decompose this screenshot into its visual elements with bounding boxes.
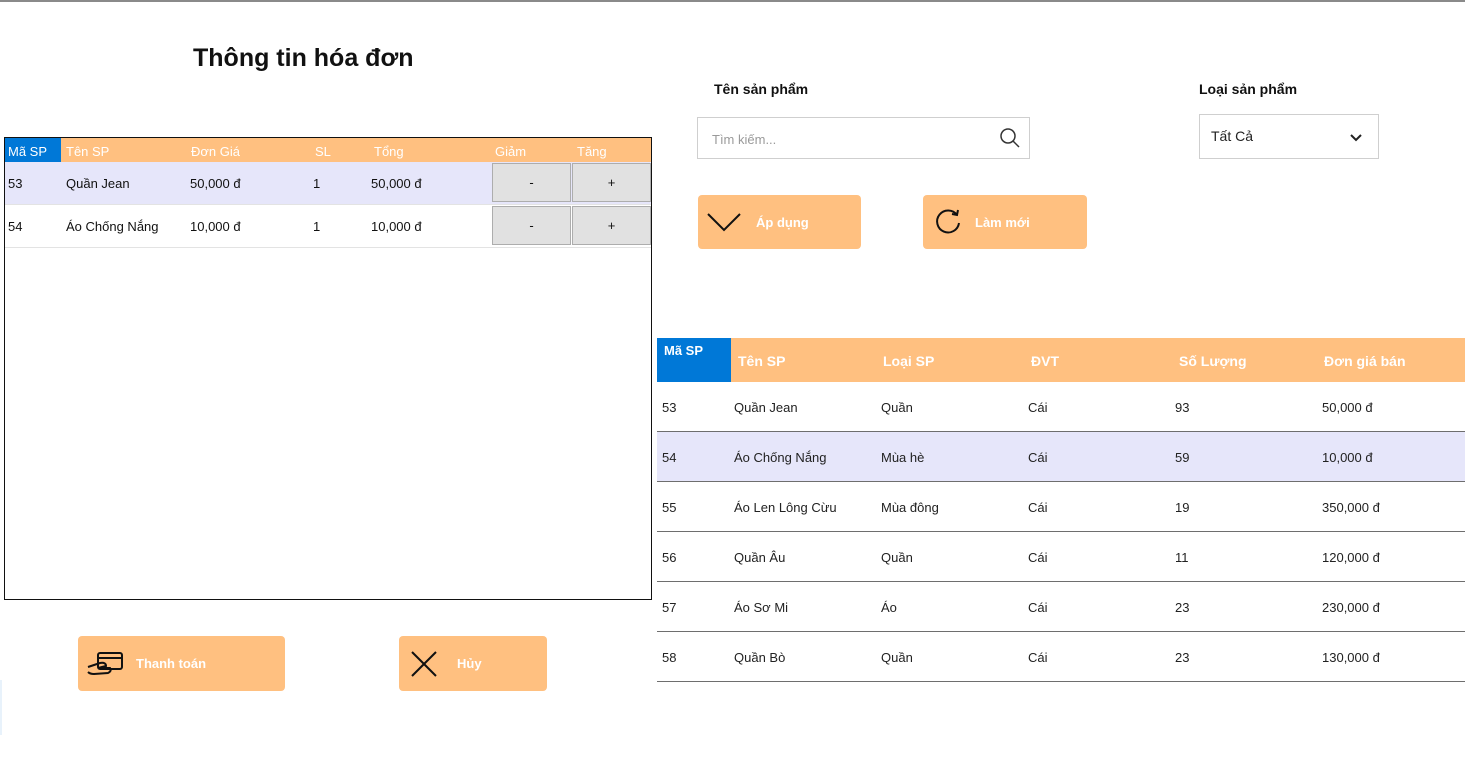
increase-button[interactable]: + xyxy=(572,206,651,245)
col-header-don-gia-ban[interactable]: Đơn giá bán xyxy=(1324,353,1406,369)
cell-id: 56 xyxy=(662,550,677,565)
col-header-so-luong[interactable]: Số Lượng xyxy=(1179,353,1247,369)
refresh-button[interactable]: Làm mới xyxy=(923,195,1087,249)
cell-name: Quần Bò xyxy=(734,650,786,665)
cell-qty: 59 xyxy=(1175,450,1190,465)
col-header-tang[interactable]: Tăng xyxy=(577,144,607,159)
close-icon xyxy=(411,650,437,677)
cell-unit: Cái xyxy=(1028,550,1048,565)
cell-id: 54 xyxy=(662,450,677,465)
col-header-sl[interactable]: SL xyxy=(315,144,331,159)
cell-price: 230,000 đ xyxy=(1322,600,1380,615)
cell-qty: 19 xyxy=(1175,500,1190,515)
product-grid[interactable]: Mã SP Tên SP Loại SP ĐVT Số Lượng Đơn gi… xyxy=(657,338,1465,682)
cell-name: Áo Len Lông Cừu xyxy=(734,500,837,515)
cell-id: 55 xyxy=(662,500,677,515)
refresh-icon xyxy=(936,209,960,234)
cell-total: 50,000 đ xyxy=(371,176,422,191)
cell-name: Áo Chống Nắng xyxy=(734,450,827,465)
cell-type: Quần xyxy=(881,650,913,665)
product-row[interactable]: 53 Quần Jean Quần Cái 93 50,000 đ xyxy=(657,382,1465,432)
cell-id: 57 xyxy=(662,600,677,615)
cell-qty: 11 xyxy=(1175,550,1189,565)
cell-type: Quần xyxy=(881,550,913,565)
cell-total: 10,000 đ xyxy=(371,219,422,234)
cell-type: Áo xyxy=(881,600,897,615)
col-header-ma-sp[interactable]: Mã SP xyxy=(5,138,61,162)
search-input[interactable] xyxy=(710,129,984,149)
cell-unit: Cái xyxy=(1028,400,1048,415)
cell-name: Quần Jean xyxy=(734,400,798,415)
cell-type: Mùa hè xyxy=(881,450,925,465)
col-header-ten-sp[interactable]: Tên SP xyxy=(738,353,785,369)
cell-price: 50,000 đ xyxy=(1322,400,1373,415)
refresh-button-label: Làm mới xyxy=(975,214,1030,230)
cell-price: 50,000 đ xyxy=(190,176,241,191)
cell-price: 350,000 đ xyxy=(1322,500,1380,515)
apply-button[interactable]: Áp dụng xyxy=(698,195,861,249)
product-row[interactable]: 58 Quần Bò Quần Cái 23 130,000 đ xyxy=(657,632,1465,682)
window-edge xyxy=(0,680,2,735)
col-header-don-gia[interactable]: Đơn Giá xyxy=(191,144,240,159)
cell-id: 53 xyxy=(8,176,23,191)
cell-qty: 1 xyxy=(313,219,321,234)
cell-price: 10,000 đ xyxy=(190,219,241,234)
category-select-value: Tất Cả xyxy=(1211,128,1254,144)
product-row[interactable]: 55 Áo Len Lông Cừu Mùa đông Cái 19 350,0… xyxy=(657,482,1465,532)
cell-type: Mùa đông xyxy=(881,500,939,515)
product-row[interactable]: 57 Áo Sơ Mi Áo Cái 23 230,000 đ xyxy=(657,582,1465,632)
col-header-ten-sp[interactable]: Tên SP xyxy=(66,144,109,159)
col-header-dvt[interactable]: ĐVT xyxy=(1031,353,1059,369)
col-header-ma-sp[interactable]: Mã SP xyxy=(657,338,731,382)
invoice-grid[interactable]: Mã SP Tên SP Đơn Giá SL Tổng Giảm Tăng 5… xyxy=(4,137,652,600)
pay-button[interactable]: Thanh toán xyxy=(78,636,285,691)
search-box[interactable] xyxy=(697,117,1030,159)
cell-price: 130,000 đ xyxy=(1322,650,1380,665)
cell-unit: Cái xyxy=(1028,450,1048,465)
cell-name: Áo Chống Nắng xyxy=(66,219,159,234)
cell-type: Quần xyxy=(881,400,913,415)
cell-unit: Cái xyxy=(1028,600,1048,615)
cell-name: Quần Jean xyxy=(66,176,130,191)
pay-button-label: Thanh toán xyxy=(136,656,207,671)
cancel-button-label: Hủy xyxy=(457,656,482,671)
chevron-down-icon xyxy=(1350,134,1362,142)
decrease-button[interactable]: - xyxy=(492,163,571,202)
cell-qty: 93 xyxy=(1175,400,1190,415)
invoice-grid-header: Mã SP Tên SP Đơn Giá SL Tổng Giảm Tăng xyxy=(5,138,651,162)
product-name-label: Tên sản phẩm xyxy=(714,81,809,97)
cell-id: 58 xyxy=(662,650,677,665)
product-row[interactable]: 54 Áo Chống Nắng Mùa hè Cái 59 10,000 đ xyxy=(657,432,1465,482)
product-grid-header: Mã SP Tên SP Loại SP ĐVT Số Lượng Đơn gi… xyxy=(657,338,1465,382)
invoice-title: Thông tin hóa đơn xyxy=(193,44,414,72)
cell-unit: Cái xyxy=(1028,500,1048,515)
hand-card-icon xyxy=(87,651,123,675)
increase-button[interactable]: + xyxy=(572,163,651,202)
search-icon[interactable] xyxy=(999,127,1021,149)
cell-qty: 1 xyxy=(313,176,321,191)
cell-unit: Cái xyxy=(1028,650,1048,665)
apply-button-label: Áp dụng xyxy=(756,214,809,230)
invoice-row[interactable]: 54 Áo Chống Nắng 10,000 đ 1 10,000 đ - + xyxy=(5,205,651,248)
cell-name: Áo Sơ Mi xyxy=(734,600,789,615)
cell-name: Quần Âu xyxy=(734,550,786,565)
col-header-loai-sp[interactable]: Loại SP xyxy=(883,353,934,369)
cell-id: 53 xyxy=(662,400,677,415)
cell-qty: 23 xyxy=(1175,600,1190,615)
cell-id: 54 xyxy=(8,219,23,234)
decrease-button[interactable]: - xyxy=(492,206,571,245)
cell-price: 120,000 đ xyxy=(1322,550,1380,565)
category-label: Loại sản phẩm xyxy=(1199,81,1298,97)
cell-price: 10,000 đ xyxy=(1322,450,1373,465)
window-top-border xyxy=(0,0,1465,2)
cancel-button[interactable]: Hủy xyxy=(399,636,547,691)
cell-qty: 23 xyxy=(1175,650,1190,665)
product-row[interactable]: 56 Quần Âu Quần Cái 11 120,000 đ xyxy=(657,532,1465,582)
col-header-giam[interactable]: Giảm xyxy=(495,144,526,159)
col-header-tong[interactable]: Tổng xyxy=(374,144,404,159)
invoice-row[interactable]: 53 Quần Jean 50,000 đ 1 50,000 đ - + xyxy=(5,162,651,205)
chevron-down-icon xyxy=(707,213,741,232)
category-select[interactable]: Tất Cả xyxy=(1199,114,1379,159)
